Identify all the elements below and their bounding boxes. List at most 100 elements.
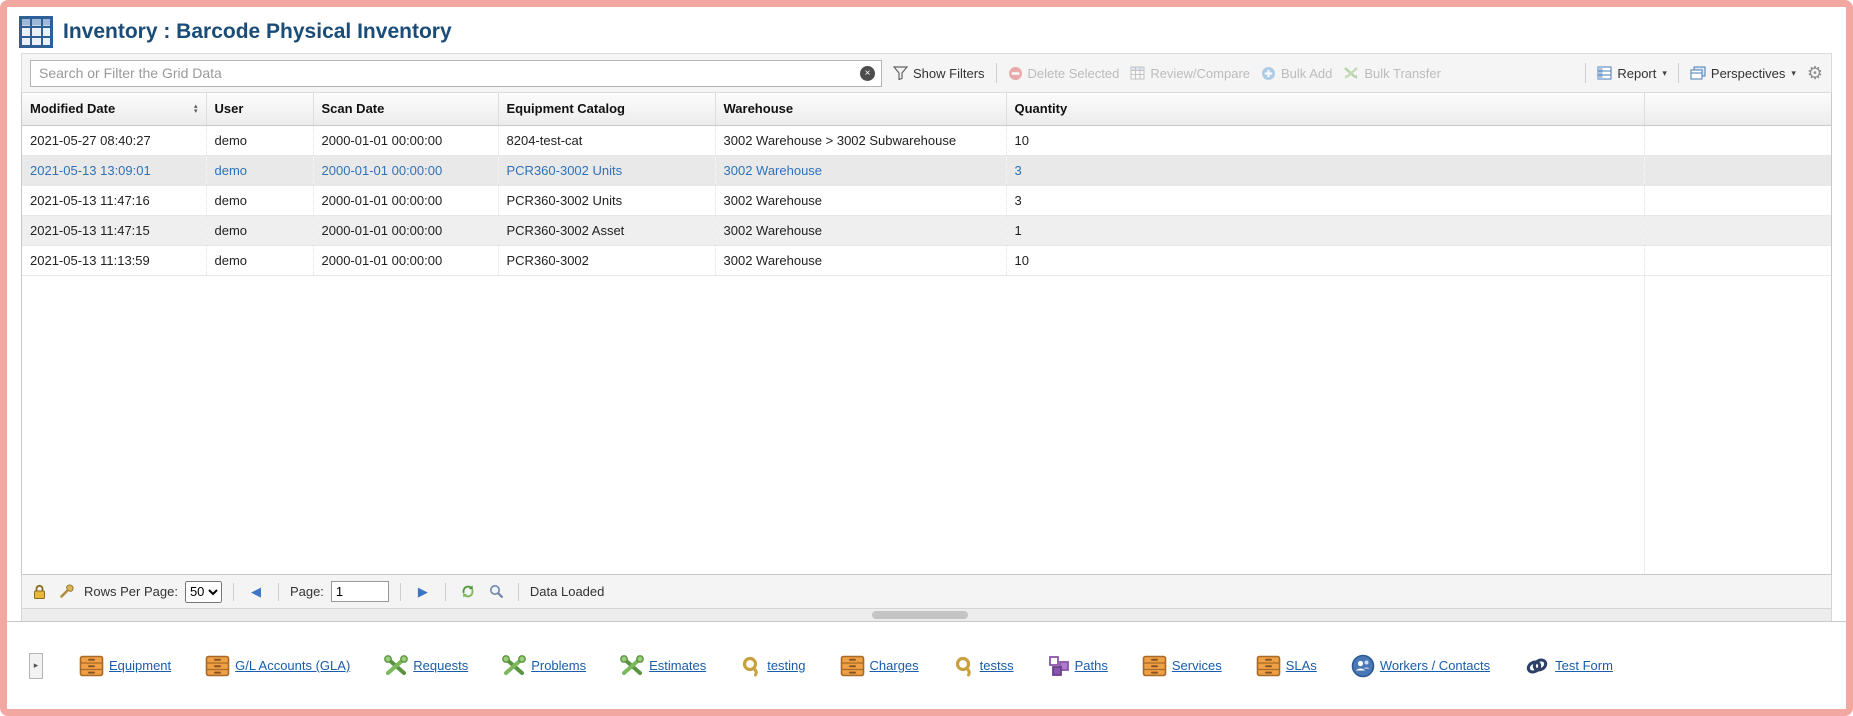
report-button[interactable]: Report ▾ <box>1597 66 1667 81</box>
cell-equipment-catalog: PCR360-3002 Units <box>498 185 715 215</box>
grid-toolbar: × Show Filters Delete Selected Revie <box>21 53 1832 93</box>
table-row[interactable]: 2021-05-13 11:47:16demo2000-01-01 00:00:… <box>22 185 1831 215</box>
hscrollbar-thumb[interactable] <box>872 611 968 619</box>
gear-icon[interactable]: ⚙ <box>1807 64 1823 82</box>
show-filters-label: Show Filters <box>913 66 985 81</box>
column-label: Modified Date <box>30 101 115 116</box>
toolbar-separator <box>1678 63 1679 83</box>
footer-separator <box>278 583 279 601</box>
bottom-link-label: SLAs <box>1286 658 1317 673</box>
chain-icon <box>1524 655 1550 677</box>
toolbar-separator <box>1585 63 1586 83</box>
cell-blank <box>1644 215 1831 245</box>
perspectives-button[interactable]: Perspectives ▾ <box>1690 66 1796 81</box>
wrench-cross-icon <box>502 655 526 677</box>
previous-page-button[interactable]: ◀ <box>245 584 267 600</box>
cell-quantity: 3 <box>1006 155 1644 185</box>
bottom-link-testing[interactable]: testing <box>740 655 805 677</box>
bottom-link-equipment[interactable]: Equipment <box>79 655 171 677</box>
paths-icon <box>1048 655 1070 677</box>
horizontal-scrollbar[interactable] <box>21 609 1832 621</box>
sort-arrows-icon[interactable]: ▴▾ <box>194 104 198 114</box>
bottom-links-bar: ▸ Equipment G/L Accounts (GLA) Requests Pro… <box>7 621 1846 709</box>
bulk-add-button[interactable]: Bulk Add <box>1261 66 1332 81</box>
bottom-link-paths[interactable]: Paths <box>1048 655 1108 677</box>
cell-quantity: 10 <box>1006 125 1644 155</box>
next-page-button[interactable]: ▶ <box>412 584 434 600</box>
rows-per-page-label: Rows Per Page: <box>84 584 178 599</box>
bottom-link-label: Workers / Contacts <box>1380 658 1490 673</box>
delete-selected-button[interactable]: Delete Selected <box>1008 66 1120 81</box>
cell-scan-date: 2000-01-01 00:00:00 <box>313 155 498 185</box>
cell-scan-date: 2000-01-01 00:00:00 <box>313 215 498 245</box>
cabinet-icon <box>79 655 104 677</box>
search-magnifier-icon[interactable] <box>486 584 507 599</box>
rope-icon <box>953 655 975 677</box>
main-content: × Show Filters Delete Selected Revie <box>7 53 1846 621</box>
cabinet-icon <box>1142 655 1167 677</box>
bottom-link-label: Charges <box>870 658 919 673</box>
cell-modified-date: 2021-05-13 11:47:15 <box>22 215 206 245</box>
transfer-arrows-icon <box>1343 66 1359 80</box>
status-text: Data Loaded <box>530 584 604 599</box>
filter-funnel-icon <box>893 66 908 80</box>
footer-separator <box>233 583 234 601</box>
column-header-user[interactable]: User <box>206 93 313 125</box>
bottom-link-label: G/L Accounts (GLA) <box>235 658 350 673</box>
bottom-link-workers-contacts[interactable]: Workers / Contacts <box>1351 654 1490 678</box>
refresh-icon[interactable] <box>457 584 479 599</box>
cell-user: demo <box>206 215 313 245</box>
bulk-transfer-button[interactable]: Bulk Transfer <box>1343 66 1441 81</box>
table-row[interactable]: 2021-05-13 11:47:15demo2000-01-01 00:00:… <box>22 215 1831 245</box>
app-window: Inventory : Barcode Physical Inventory ×… <box>0 0 1853 716</box>
column-header-empty <box>1644 93 1831 125</box>
review-compare-button[interactable]: Review/Compare <box>1130 66 1250 81</box>
bottom-link-charges[interactable]: Charges <box>840 655 919 677</box>
column-header-quantity[interactable]: Quantity <box>1006 93 1644 125</box>
show-filters-button[interactable]: Show Filters <box>893 66 985 81</box>
bottom-link-slas[interactable]: SLAs <box>1256 655 1317 677</box>
data-grid: Modified Date ▴▾ User Scan Date Equipmen… <box>21 93 1832 575</box>
table-row[interactable]: 2021-05-27 08:40:27demo2000-01-01 00:00:… <box>22 125 1831 155</box>
column-header-equipment-catalog[interactable]: Equipment Catalog <box>498 93 715 125</box>
cabinet-icon <box>205 655 230 677</box>
column-header-scan-date[interactable]: Scan Date <box>313 93 498 125</box>
lock-icon[interactable] <box>30 584 49 600</box>
cell-warehouse: 3002 Warehouse > 3002 Subwarehouse <box>715 125 1006 155</box>
cell-scan-date: 2000-01-01 00:00:00 <box>313 245 498 275</box>
bottom-link-test-form[interactable]: Test Form <box>1524 655 1613 677</box>
grid-header-row: Modified Date ▴▾ User Scan Date Equipmen… <box>22 93 1831 125</box>
bottom-links: Equipment G/L Accounts (GLA) Requests Probl… <box>79 654 1613 678</box>
cell-blank <box>1644 185 1831 215</box>
bottom-link-label: testss <box>980 658 1014 673</box>
table-row[interactable]: 2021-05-13 11:13:59demo2000-01-01 00:00:… <box>22 245 1831 275</box>
bottom-link-problems[interactable]: Problems <box>502 655 586 677</box>
cell-modified-date: 2021-05-13 11:47:16 <box>22 185 206 215</box>
page-label: Page: <box>290 584 324 599</box>
cell-equipment-catalog: PCR360-3002 Asset <box>498 215 715 245</box>
table-row[interactable]: 2021-05-13 13:09:01demo2000-01-01 00:00:… <box>22 155 1831 185</box>
rope-icon <box>740 655 762 677</box>
perspectives-panes-icon <box>1690 66 1706 81</box>
bottom-link-gl-accounts[interactable]: G/L Accounts (GLA) <box>205 655 350 677</box>
rows-per-page-select[interactable]: 50 <box>185 581 222 603</box>
column-header-modified-date[interactable]: Modified Date ▴▾ <box>22 93 206 125</box>
footer-separator <box>445 583 446 601</box>
page-number-input[interactable] <box>331 581 389 602</box>
panel-expand-toggle[interactable]: ▸ <box>29 653 43 679</box>
bottom-link-requests[interactable]: Requests <box>384 655 468 677</box>
bottom-link-estimates[interactable]: Estimates <box>620 655 706 677</box>
clear-search-icon[interactable]: × <box>860 66 875 81</box>
report-label: Report <box>1617 66 1656 81</box>
chevron-down-icon: ▾ <box>1791 68 1796 79</box>
bottom-link-services[interactable]: Services <box>1142 655 1222 677</box>
column-header-warehouse[interactable]: Warehouse <box>715 93 1006 125</box>
wrench-icon[interactable] <box>56 584 77 599</box>
review-compare-grid-icon <box>1130 66 1145 80</box>
grid-table: Modified Date ▴▾ User Scan Date Equipmen… <box>22 93 1831 276</box>
bulk-transfer-label: Bulk Transfer <box>1364 66 1441 81</box>
search-input[interactable] <box>30 60 882 87</box>
cabinet-icon <box>1256 655 1281 677</box>
bottom-link-testss[interactable]: testss <box>953 655 1014 677</box>
cell-user: demo <box>206 155 313 185</box>
